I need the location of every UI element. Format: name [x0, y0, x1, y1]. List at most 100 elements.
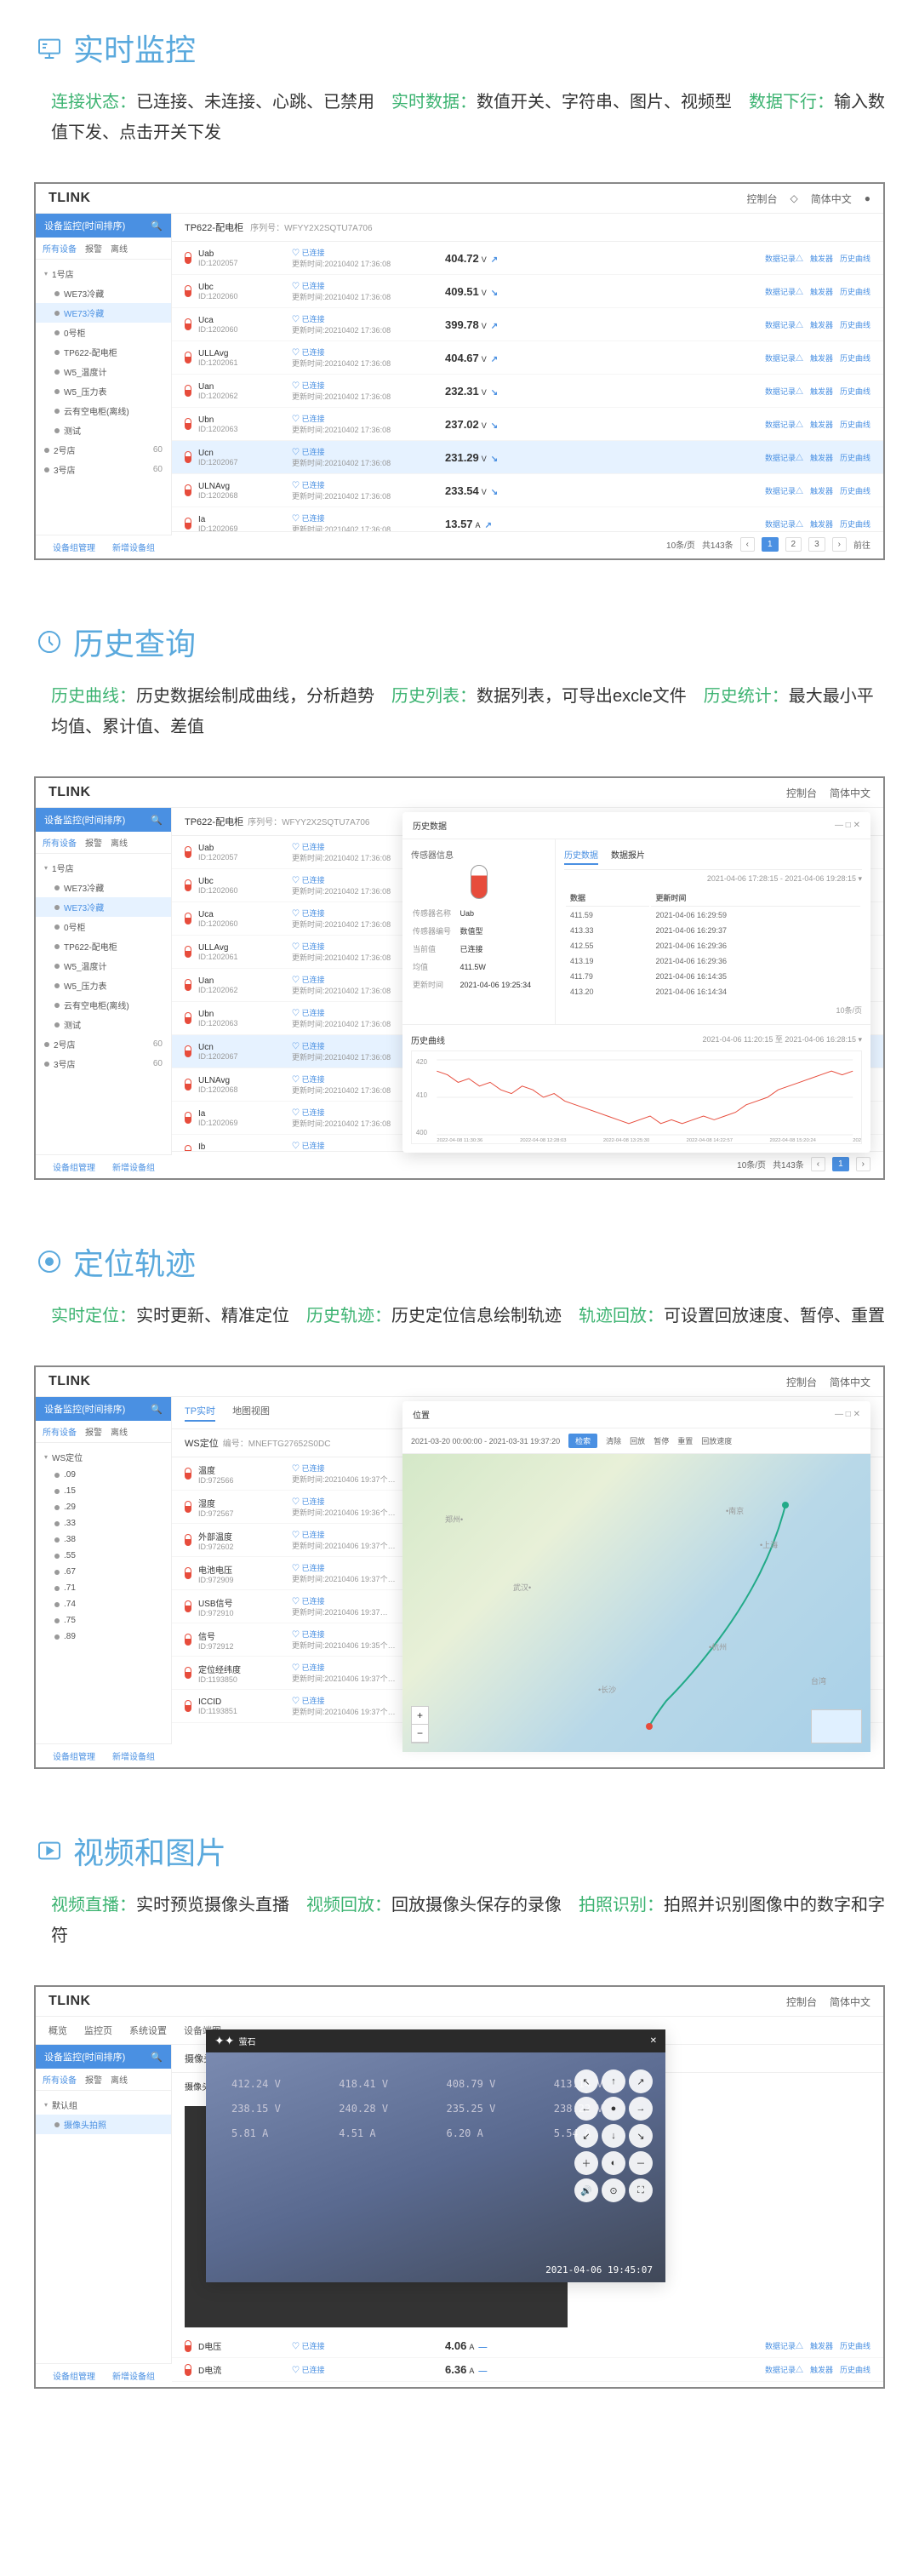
sidebar-tab-alarm[interactable]: 报警: [85, 242, 102, 255]
page-2[interactable]: 2: [785, 537, 802, 552]
sidebar-item[interactable]: .75: [36, 1612, 171, 1629]
sidebar-item[interactable]: .09: [36, 1467, 171, 1483]
logo: TLINK: [49, 785, 91, 800]
sidebar-manage[interactable]: 设备组管理: [53, 541, 95, 553]
page-1[interactable]: 1: [762, 537, 779, 552]
video-reading: 5.81 A: [231, 2127, 317, 2139]
sidebar-item[interactable]: W5_压力表: [36, 976, 171, 995]
tab-mapview[interactable]: 地图视图: [232, 1404, 270, 1422]
sidebar-item[interactable]: .71: [36, 1580, 171, 1596]
sidebar-item[interactable]: 云有空电柜(离线): [36, 401, 171, 421]
sidebar-item[interactable]: .33: [36, 1515, 171, 1531]
data-row[interactable]: ULNAvgID:1202068已连接更新时间:20210402 17:36:0…: [172, 474, 883, 507]
video-reading: 240.28 V: [339, 2103, 425, 2115]
clear-button[interactable]: 清除: [606, 1435, 621, 1446]
topbar-console[interactable]: 控制台: [746, 192, 777, 206]
svg-text:郑州•: 郑州•: [445, 1514, 463, 1524]
close-icon[interactable]: ✕: [650, 2036, 657, 2046]
sidebar-item[interactable]: WE73冷藏: [36, 283, 171, 303]
sidebar-item[interactable]: W5_温度计: [36, 956, 171, 976]
sidebar-item[interactable]: ▾WS定位: [36, 1447, 171, 1467]
sidebar-header: 设备监控(时间排序)🔍: [36, 214, 171, 238]
notification-icon[interactable]: ◇: [791, 192, 798, 204]
map-date-range[interactable]: 2021-03-20 00:00:00 - 2021-03-31 19:37:2…: [411, 1437, 560, 1445]
svg-text:•长沙: •长沙: [598, 1685, 616, 1694]
data-row[interactable]: D电流已连接6.36A—数据记录△触发器历史曲线: [172, 2358, 883, 2382]
video-icon: [34, 1835, 65, 1866]
chart-date-picker[interactable]: 2021-04-06 11:20:15 至 2021-04-06 16:28:1…: [703, 1033, 863, 1046]
ptz-controls[interactable]: ↖↑↗ ←●→ ↙↓↘ ＋◐－ 🔊⊙⛶: [574, 2069, 653, 2202]
sidebar-item[interactable]: .74: [36, 1596, 171, 1612]
sidebar-item[interactable]: TP622-配电柜: [36, 342, 171, 362]
data-row[interactable]: 平均电流已连接数据记录△触发器历史曲线: [172, 2382, 883, 2385]
sidebar-item[interactable]: ▾1号店: [36, 264, 171, 283]
sidebar-item[interactable]: ▾默认组: [36, 2095, 171, 2115]
monitor-icon: [34, 32, 65, 63]
data-row[interactable]: IaID:1202069已连接更新时间:20210402 17:36:0813.…: [172, 507, 883, 531]
sidebar-item[interactable]: .55: [36, 1548, 171, 1564]
sidebar-item[interactable]: TP622-配电柜: [36, 936, 171, 956]
sidebar-item[interactable]: .67: [36, 1564, 171, 1580]
section-title-video: 视频和图片: [34, 1829, 885, 1873]
svg-text:2022-04-08 14:22:57: 2022-04-08 14:22:57: [687, 1138, 733, 1143]
page-3[interactable]: 3: [808, 537, 825, 552]
data-row[interactable]: UcnID:1202067已连接更新时间:20210402 17:36:0823…: [172, 441, 883, 474]
sidebar-item[interactable]: 云有空电柜(离线): [36, 995, 171, 1015]
sidebar-item[interactable]: 测试: [36, 421, 171, 440]
date-range-picker[interactable]: 2021-04-06 17:28:15 - 2021-04-06 19:28:1…: [564, 874, 862, 884]
sidebar-item[interactable]: 0号柜: [36, 323, 171, 342]
sidebar-item[interactable]: 测试: [36, 1015, 171, 1034]
sidebar-item[interactable]: W5_温度计: [36, 362, 171, 381]
close-icon[interactable]: — □ ✕: [835, 1410, 860, 1419]
video-reading: 408.79 V: [447, 2078, 533, 2090]
svg-text:410: 410: [416, 1091, 428, 1099]
sidebar-item[interactable]: 3号店60: [36, 460, 171, 479]
svg-text:•上海: •上海: [760, 1540, 778, 1549]
sidebar-item[interactable]: WE73冷藏: [36, 878, 171, 897]
screenshot-history: TLINK 控制台 简体中文 设备监控(时间排序)🔍 所有设备 报警 离线 ▾1…: [34, 776, 885, 1180]
avatar[interactable]: ●: [865, 192, 870, 204]
sidebar-item[interactable]: .38: [36, 1531, 171, 1548]
sidebar-add[interactable]: 新增设备组: [112, 541, 155, 553]
page-next[interactable]: ›: [832, 537, 847, 552]
sidebar-item[interactable]: .15: [36, 1483, 171, 1499]
map-canvas[interactable]: 郑州• 武汉• •南京 •上海 •长沙 •杭州 台湾 +−: [402, 1454, 870, 1752]
sidebar-item[interactable]: W5_压力表: [36, 381, 171, 401]
section-desc: 实时定位：实时更新、精准定位 历史轨迹：历史定位信息绘制轨迹 轨迹回放：可设置回…: [34, 1301, 885, 1331]
data-row[interactable]: D电压已连接4.06A—数据记录△触发器历史曲线: [172, 2334, 883, 2358]
sidebar-item[interactable]: 2号店60: [36, 1034, 171, 1054]
data-row[interactable]: ULLAvgID:1202061已连接更新时间:20210402 17:36:0…: [172, 341, 883, 375]
svg-text:2022-04-08 15:20:24: 2022-04-08 15:20:24: [769, 1138, 816, 1143]
data-row[interactable]: UbcID:1202060已连接更新时间:20210402 17:36:0840…: [172, 275, 883, 308]
data-row[interactable]: UbnID:1202063已连接更新时间:20210402 17:36:0823…: [172, 408, 883, 441]
sidebar-item[interactable]: ▾1号店: [36, 858, 171, 878]
tab-realtime[interactable]: TP实时: [185, 1404, 215, 1422]
sidebar-item[interactable]: .89: [36, 1629, 171, 1645]
section-title-monitor: 实时监控: [34, 26, 885, 70]
sidebar-item[interactable]: 2号店60: [36, 440, 171, 460]
breadcrumb: TP622-配电柜 序列号：WFYY2X2SQTU7A706: [172, 214, 883, 242]
map-zoom[interactable]: +−: [411, 1706, 429, 1743]
data-row[interactable]: UcaID:1202060已连接更新时间:20210402 17:36:0839…: [172, 308, 883, 341]
data-row[interactable]: UanID:1202062已连接更新时间:20210402 17:36:0823…: [172, 375, 883, 408]
sidebar-item[interactable]: WE73冷藏: [36, 897, 171, 917]
close-icon[interactable]: — □ ✕: [835, 821, 860, 830]
tab-history-data[interactable]: 历史数据: [564, 848, 598, 865]
sidebar-item[interactable]: 3号店60: [36, 1054, 171, 1073]
screenshot-location: TLINK 控制台 简体中文 设备监控(时间排序)🔍 所有设备 报警 离线 ▾W…: [34, 1365, 885, 1769]
sidebar-tab-all[interactable]: 所有设备: [43, 242, 77, 255]
lang-switch[interactable]: 简体中文: [811, 192, 852, 206]
sidebar-tab-offline[interactable]: 离线: [111, 242, 128, 255]
search-button[interactable]: 检索: [568, 1434, 597, 1448]
svg-text:2022-04-08 16:17:51: 2022-04-08 16:17:51: [853, 1138, 861, 1143]
sidebar-item[interactable]: .29: [36, 1499, 171, 1515]
map-minimap[interactable]: [811, 1709, 862, 1743]
video-stream: 412.24 V418.41 V408.79 V413.14 V238.15 V…: [206, 2052, 665, 2282]
page-prev[interactable]: ‹: [740, 537, 755, 552]
svg-text:420: 420: [416, 1058, 428, 1066]
sidebar-item[interactable]: WE73冷藏: [36, 303, 171, 323]
sidebar-item[interactable]: 摄像头拍照: [36, 2115, 171, 2134]
data-row[interactable]: UabID:1202057已连接更新时间:20210402 17:36:0840…: [172, 242, 883, 275]
sidebar-item[interactable]: 0号柜: [36, 917, 171, 936]
tab-data-report[interactable]: 数据报片: [611, 848, 645, 865]
